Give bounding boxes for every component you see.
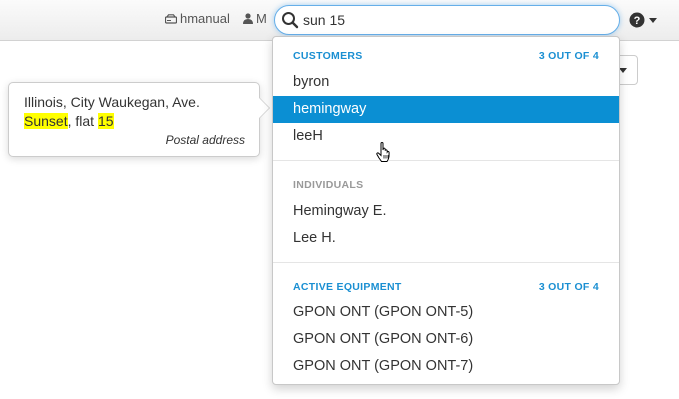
highlight-match: Sunset: [24, 113, 68, 129]
result-item-active[interactable]: hemingway: [273, 96, 619, 123]
result-item[interactable]: GPON ONT (GPON ONT-7): [273, 353, 619, 380]
user-menu-hmanual[interactable]: hmanual: [165, 11, 230, 26]
group-header-active-equipment[interactable]: ACTIVE EQUIPMENT 3 OUT OF 4: [293, 281, 599, 295]
result-item[interactable]: Lee H.: [273, 225, 619, 252]
group-title: INDIVIDUALS: [293, 179, 364, 191]
chevron-down-icon: [649, 17, 657, 23]
result-item[interactable]: byron: [273, 69, 619, 96]
divider: [273, 160, 619, 161]
group-count[interactable]: 3 OUT OF 4: [539, 281, 599, 295]
user-menu-label: M: [256, 11, 267, 26]
help-menu[interactable]: ?: [629, 12, 657, 28]
user-icon: [243, 13, 253, 24]
user-menu-label: hmanual: [180, 11, 230, 26]
svg-text:?: ?: [634, 15, 641, 27]
divider: [273, 262, 619, 263]
address-line-2: Sunset, flat 15: [24, 112, 245, 131]
result-item[interactable]: GPON ONT (GPON ONT-6): [273, 326, 619, 353]
group-title: ACTIVE EQUIPMENT: [293, 281, 402, 293]
address-text: , flat: [67, 113, 98, 129]
search-field[interactable]: [274, 5, 620, 35]
highlight-match: 15: [97, 113, 114, 129]
group-count[interactable]: 3 OUT OF 4: [539, 50, 599, 64]
top-navbar: hmanual M ?: [0, 0, 679, 41]
group-header-individuals: INDIVIDUALS: [293, 179, 599, 193]
search-input[interactable]: [303, 12, 603, 28]
group-title: CUSTOMERS: [293, 50, 363, 62]
disk-icon: [165, 13, 177, 24]
user-menu-second[interactable]: M: [243, 11, 273, 26]
search-icon: [282, 12, 299, 29]
postal-address-popover: Illinois, City Waukegan, Ave. Sunset, fl…: [8, 82, 270, 157]
hand-pointer-icon: [376, 142, 390, 162]
result-item[interactable]: Hemingway E.: [273, 198, 619, 225]
result-item[interactable]: GPON ONT (GPON ONT-5): [273, 299, 619, 326]
help-icon: ?: [629, 12, 645, 28]
popover-caption: Postal address: [165, 133, 245, 147]
group-header-customers[interactable]: CUSTOMERS 3 OUT OF 4: [293, 50, 599, 64]
result-item[interactable]: leeH: [273, 123, 619, 150]
address-line-1: Illinois, City Waukegan, Ave.: [24, 94, 200, 110]
chevron-down-icon: [619, 68, 627, 73]
search-results-dropdown: CUSTOMERS 3 OUT OF 4 byron hemingway lee…: [272, 36, 620, 385]
